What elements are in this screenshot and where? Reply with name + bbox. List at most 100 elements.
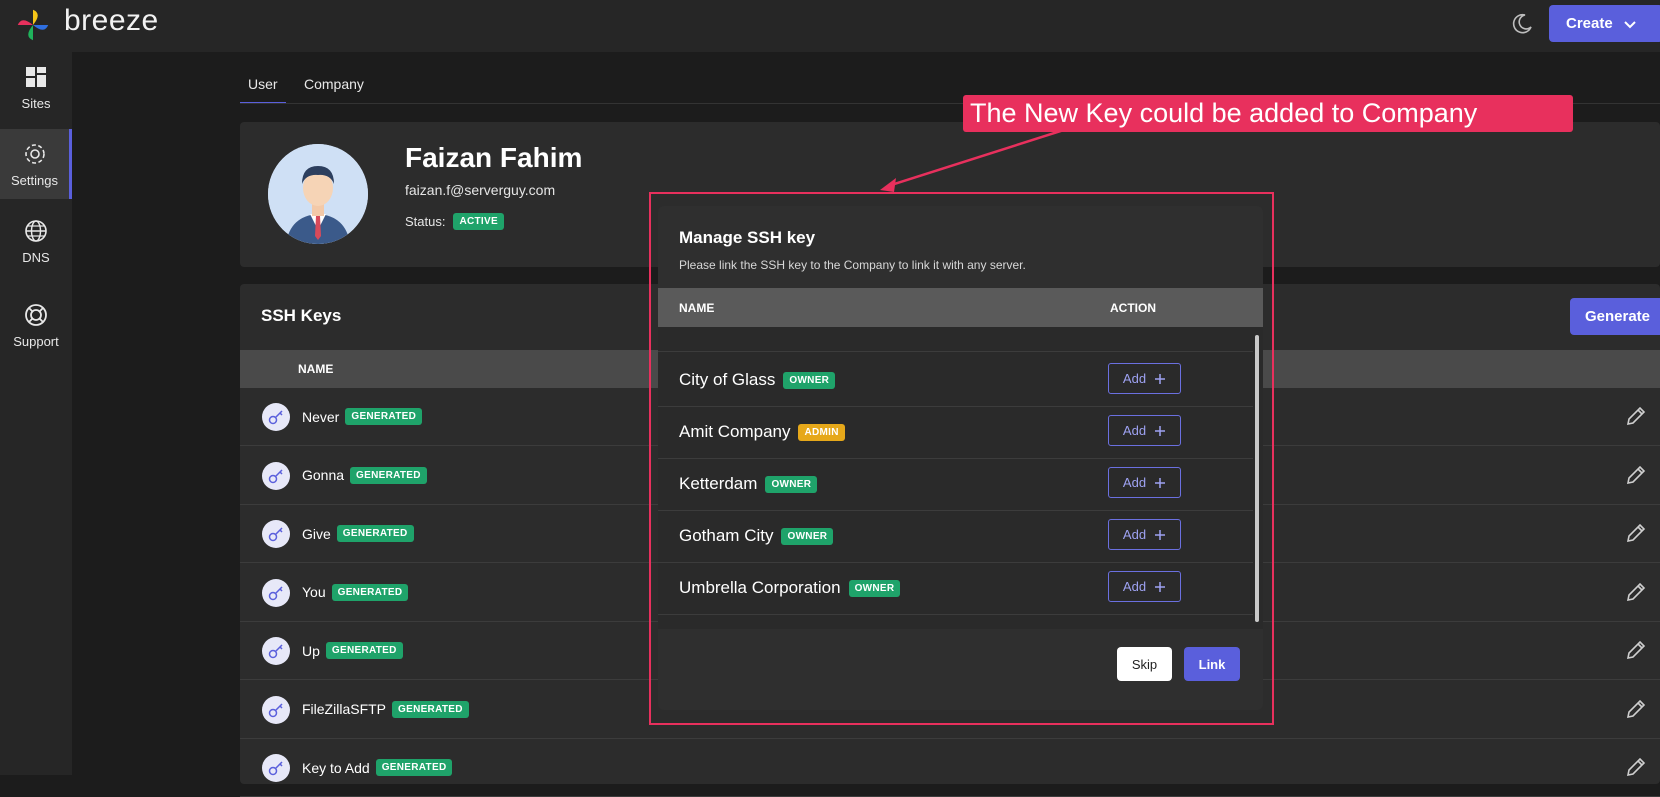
top-bar: breeze Create [0,0,1660,52]
add-button[interactable]: Add [1108,571,1181,602]
profile-email: faizan.f@serverguy.com [405,182,556,198]
ssh-key-name: FileZillaSFTP [302,701,387,717]
key-icon [262,754,290,782]
grid-icon [26,67,46,87]
role-badge: OWNER [781,527,834,545]
key-icon [262,695,290,724]
tab-user[interactable]: User [240,66,286,104]
link-button[interactable]: Link [1184,647,1240,681]
add-button-label: Add [1122,423,1147,438]
modal-title: Manage SSH key [679,228,816,247]
ssh-key-name-cell: Up GENERATED [302,642,403,659]
edit-pencil-icon[interactable] [1624,580,1648,604]
gear-icon [24,144,45,164]
status-badge: GENERATED [375,759,453,776]
plus-icon [1155,529,1166,540]
plus-icon [1155,425,1166,436]
ssh-key-name: Never [302,408,340,425]
key-icon [262,461,290,490]
role-badge: ADMIN [798,423,845,441]
edit-pencil-icon[interactable] [1624,404,1648,428]
list-item: Ketterdam OWNER Add [658,456,1253,511]
company-list[interactable]: City of Glass OWNER Add Amit Company ADMIN Ad… [658,327,1263,629]
ssh-key-name: Gonna [302,467,345,483]
plus-icon [1155,477,1166,488]
add-button[interactable]: Add [1108,363,1181,394]
avatar [268,144,368,244]
list-item: Gotham City OWNER Add [658,508,1253,563]
add-button[interactable]: Add [1108,415,1181,446]
add-button[interactable]: Add [1108,467,1181,498]
company-name: Ketterdam [679,474,758,493]
sidebar-item-label: Sites [21,96,51,111]
skip-button[interactable]: Skip [1117,647,1172,681]
ssh-key-name-cell: Gonna GENERATED [302,466,427,484]
manage-ssh-key-modal: Manage SSH key Please link the SSH key t… [658,206,1263,710]
company-name-cell: Gotham City OWNER [679,526,834,546]
add-button-label: Add [1122,371,1147,386]
edit-pencil-icon[interactable] [1624,638,1648,662]
list-item-partial [658,327,1253,352]
status-badge: GENERATED [350,466,427,484]
company-name-cell: Umbrella Corporation OWNER [679,578,901,598]
edit-pencil-icon[interactable] [1624,755,1648,779]
create-button[interactable]: Create [1549,5,1660,42]
user-avatar-icon [268,144,368,244]
list-item: Amit Company ADMIN Add [658,404,1253,459]
edit-pencil-icon[interactable] [1624,521,1648,545]
company-name: Amit Company [679,422,791,441]
company-name: Gotham City [679,526,774,545]
sidebar-item-dns[interactable]: DNS [0,206,72,276]
list-item: Umbrella Corporation OWNER Add [658,560,1253,615]
add-button[interactable]: Add [1108,519,1181,550]
plus-icon [1155,581,1166,592]
ssh-key-name-cell: FileZillaSFTP GENERATED [302,700,469,718]
ssh-key-name: Up [302,642,320,659]
ssh-key-name: Key to Add [302,759,370,776]
key-icon [262,520,290,548]
ssh-key-name-cell: Never GENERATED [302,408,423,425]
edit-pencil-icon[interactable] [1624,463,1648,487]
key-icon [262,637,290,665]
status-badge: GENERATED [392,700,469,718]
role-badge: OWNER [783,371,836,389]
profile-status: Status: ACTIVE [405,213,504,230]
key-icon [262,578,290,607]
add-button-label: Add [1122,579,1147,594]
company-name: City of Glass [679,370,776,389]
lifebuoy-icon [25,304,47,326]
modal-scrollbar[interactable] [1255,335,1259,622]
company-name-cell: Ketterdam OWNER [679,474,818,494]
company-name: Umbrella Corporation [679,578,841,597]
sidebar-item-support[interactable]: Support [0,290,72,360]
sidebar-item-label: DNS [22,250,50,265]
tab-company[interactable]: Company [296,66,372,102]
generate-button[interactable]: Generate [1570,298,1660,335]
status-badge: GENERATED [325,642,403,659]
ssh-key-name: You [302,584,326,600]
modal-subtitle: Please link the SSH key to the Company t… [679,258,1026,272]
column-header-name: NAME [679,301,715,315]
status-badge: GENERATED [331,583,409,601]
sidebar-item-settings[interactable]: Settings [0,129,72,199]
sidebar-item-label: Support [13,334,59,349]
sidebar-item-sites[interactable]: Sites [0,52,72,122]
edit-pencil-icon[interactable] [1624,697,1648,721]
ssh-key-name-cell: You GENERATED [302,583,409,601]
create-button-label: Create [1566,15,1613,32]
modal-table-header: NAME ACTION [658,288,1263,327]
sidebar: Sites Settings DNS Support [0,52,72,775]
brand-name: breeze [64,4,159,37]
profile-name: Faizan Fahim [405,142,583,173]
ssh-key-name-cell: Key to Add GENERATED [302,759,453,776]
add-button-label: Add [1122,475,1147,490]
dark-mode-moon-icon[interactable] [1510,12,1534,36]
role-badge: OWNER [765,475,818,493]
modal-footer: Skip Link [658,629,1263,710]
chevron-down-icon [1623,20,1636,28]
table-row[interactable]: Key to Add GENERATED [240,739,1660,797]
ssh-keys-title: SSH Keys [261,306,342,325]
breeze-logo-icon[interactable] [14,6,52,44]
status-badge: GENERATED [336,525,414,542]
key-icon [262,403,290,431]
